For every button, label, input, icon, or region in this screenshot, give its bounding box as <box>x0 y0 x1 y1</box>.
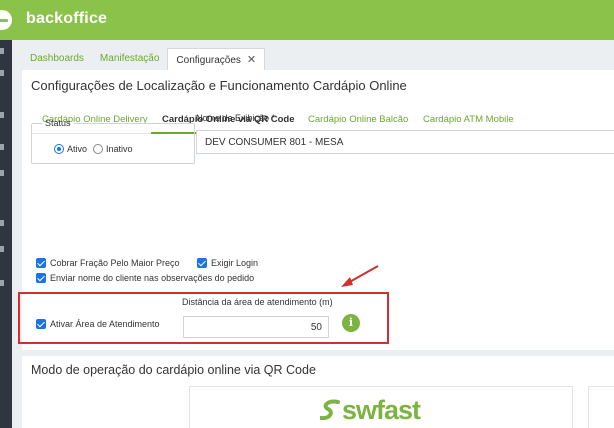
cobrar-fracao-label: Cobrar Fração Pelo Maior Preço <box>50 258 180 268</box>
status-inativo-radio[interactable] <box>93 144 104 154</box>
info-icon[interactable]: i <box>342 314 360 332</box>
subtab-balcao[interactable]: Cardápio Online Balcão <box>308 114 408 125</box>
mode-title: Modo de operação do cardápio online via … <box>31 363 316 377</box>
tab-label: Dashboards <box>30 53 84 64</box>
display-name-label: Nome de Exibição * <box>196 113 276 123</box>
close-icon[interactable]: ✕ <box>247 54 256 66</box>
mode-card-secondary[interactable] <box>588 386 614 428</box>
status-ativo-label[interactable]: Ativo <box>67 144 87 154</box>
page-tabs: Dashboards Manifestação Configurações ✕ <box>22 48 266 72</box>
top-bar: backoffice <box>0 0 614 40</box>
sidebar-marker[interactable] <box>0 170 4 176</box>
swfast-logo: swfast <box>320 395 421 425</box>
sidebar-marker[interactable] <box>0 70 4 76</box>
red-arrow-icon <box>341 265 379 287</box>
sidebar-marker[interactable] <box>0 112 4 118</box>
tab-label: Configurações <box>176 55 241 66</box>
mode-card[interactable]: swfast <box>189 386 573 428</box>
ativar-area-option[interactable]: Ativar Área de Atendimento <box>36 319 160 329</box>
ativar-area-label: Ativar Área de Atendimento <box>50 319 160 329</box>
status-group: Status Ativo Inativo <box>31 118 195 164</box>
tab-configuracoes[interactable]: Configurações ✕ <box>167 48 266 72</box>
exigir-login-checkbox[interactable] <box>197 258 207 268</box>
brand-logo-icon <box>0 10 12 30</box>
sidebar-marker[interactable] <box>0 220 4 226</box>
left-sidebar[interactable] <box>0 40 12 428</box>
status-options: Ativo Inativo <box>54 144 139 154</box>
cobrar-fracao-checkbox[interactable] <box>36 258 46 268</box>
exigir-login-option[interactable]: Exigir Login <box>197 258 258 268</box>
swfast-logo-text: swfast <box>342 395 421 425</box>
ativar-area-checkbox[interactable] <box>36 319 46 329</box>
enviar-nome-checkbox[interactable] <box>36 273 46 283</box>
status-legend: Status <box>45 118 71 128</box>
tab-label: Manifestação <box>99 53 160 64</box>
enviar-nome-option[interactable]: Enviar nome do cliente nas observações d… <box>36 273 254 283</box>
cobrar-fracao-option[interactable]: Cobrar Fração Pelo Maior Preço <box>36 258 180 268</box>
subtab-atm-mobile[interactable]: Cardápio ATM Mobile <box>423 114 514 125</box>
tab-manifestacao[interactable]: Manifestação <box>92 48 167 70</box>
distance-input[interactable] <box>183 316 329 338</box>
sidebar-marker[interactable] <box>0 280 4 286</box>
brand-name: backoffice <box>26 10 108 27</box>
page-title: Configurações de Localização e Funcionam… <box>31 78 407 93</box>
display-name-input[interactable] <box>196 130 614 154</box>
swfast-logo-icon <box>320 399 340 421</box>
sidebar-marker[interactable] <box>0 246 4 252</box>
tab-dashboards[interactable]: Dashboards <box>22 48 92 70</box>
distance-label: Distância da área de atendimento (m) <box>182 297 333 307</box>
status-ativo-radio[interactable] <box>54 144 64 154</box>
mode-panel: Modo de operação do cardápio online via … <box>22 356 614 428</box>
status-inativo-label[interactable]: Inativo <box>106 144 133 154</box>
exigir-login-label: Exigir Login <box>211 258 259 268</box>
sidebar-marker[interactable] <box>0 144 4 150</box>
enviar-nome-label: Enviar nome do cliente nas observações d… <box>50 273 255 283</box>
sidebar-marker[interactable] <box>0 48 4 54</box>
